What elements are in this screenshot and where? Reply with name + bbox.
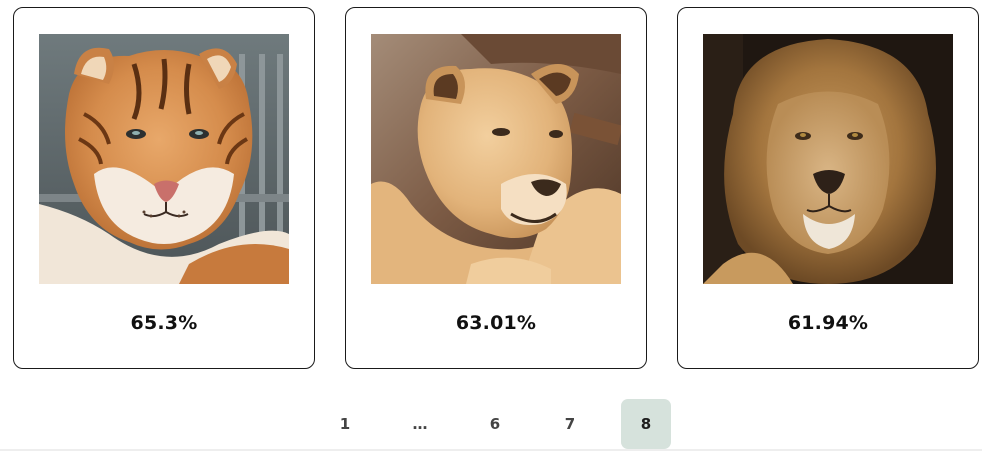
results-grid: 65.3% 63.01% 61.94% 1 … 6 7 8 xyxy=(0,0,982,451)
page-button-1[interactable]: 1 xyxy=(320,399,370,449)
page-button-8-current[interactable]: 8 xyxy=(621,399,671,449)
lioness-image[interactable] xyxy=(371,34,621,284)
result-card[interactable]: 63.01% xyxy=(345,7,647,369)
tiger-image[interactable] xyxy=(39,34,289,284)
page-button-7[interactable]: 7 xyxy=(545,399,595,449)
lion-image[interactable] xyxy=(703,34,953,284)
page-button-6[interactable]: 6 xyxy=(470,399,520,449)
similarity-score: 61.94% xyxy=(787,312,869,334)
result-card[interactable]: 61.94% xyxy=(677,7,979,369)
page-ellipsis: … xyxy=(412,415,428,433)
similarity-score: 65.3% xyxy=(130,312,198,334)
result-card[interactable]: 65.3% xyxy=(13,7,315,369)
similarity-score: 63.01% xyxy=(455,312,537,334)
pagination: 1 … 6 7 8 xyxy=(0,399,982,449)
